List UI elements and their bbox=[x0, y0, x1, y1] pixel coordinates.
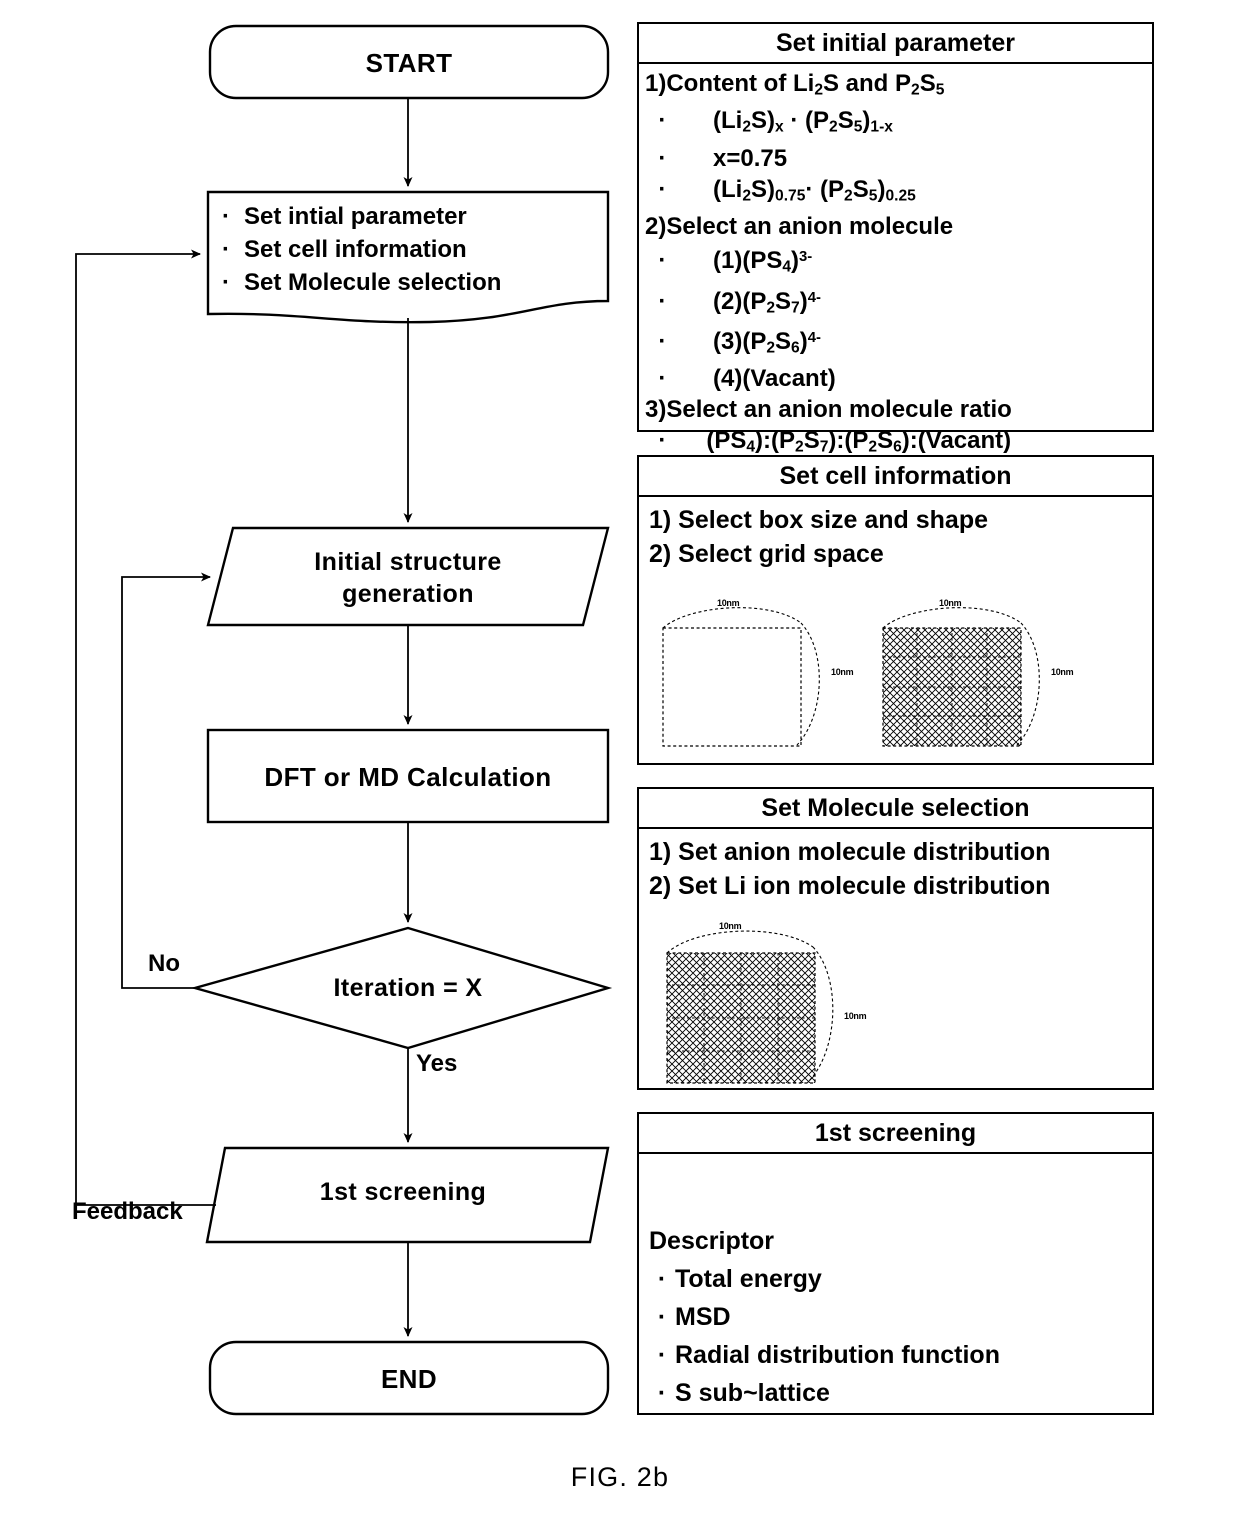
list-row: · (Li2S)x · (P2S5)1-x bbox=[645, 107, 893, 136]
panel-title: Set Molecule selection bbox=[639, 789, 1152, 829]
panel-title: Set cell information bbox=[639, 457, 1152, 497]
descriptor-item: · Total energy bbox=[657, 1265, 822, 1293]
list-row: · x=0.75 bbox=[645, 144, 788, 172]
descriptor-item: · Radial distribution function bbox=[657, 1341, 1000, 1369]
descriptor-item: · S sub~lattice bbox=[657, 1379, 830, 1407]
initial-structure-label-line2: generation bbox=[342, 580, 474, 608]
setup-item: · Set intial parameter bbox=[222, 203, 467, 230]
molecule-selection-list: 1) Set anion molecule distribution 2) Se… bbox=[639, 829, 1152, 903]
descriptor-block: Descriptor · Total energy · MSD · Radial di… bbox=[649, 1222, 1000, 1412]
list-row: 1)Content of Li2S and P2S5 bbox=[645, 70, 945, 99]
list-row: 2)Select an anion molecule bbox=[645, 213, 954, 241]
panel-body: Descriptor · Total energy · MSD · Radial di… bbox=[639, 1154, 1152, 1415]
calculation-label: DFT or MD Calculation bbox=[264, 762, 552, 792]
start-label: START bbox=[365, 48, 453, 78]
dim-label-side: 10nm bbox=[1051, 667, 1074, 677]
decision-label: Iteration = X bbox=[333, 974, 483, 1002]
list-row: · (2)(P2S7)4- bbox=[645, 287, 821, 316]
dim-label-top: 10nm bbox=[939, 598, 962, 608]
connector-feedback-loop bbox=[75, 249, 216, 1206]
setup-item: · Set cell information bbox=[222, 236, 467, 263]
dim-label-side: 10nm bbox=[844, 1011, 867, 1021]
decision-yes-label: Yes bbox=[416, 1050, 458, 1077]
panel-body: 1) Select box size and shape 2) Select g… bbox=[639, 497, 1152, 765]
setup-items: · Set intial parameter · Set cell informat… bbox=[222, 200, 608, 299]
list-row: 1) Select box size and shape bbox=[649, 506, 989, 534]
figure-caption: FIG. 2b bbox=[570, 1462, 670, 1492]
panel-set-molecule-selection: Set Molecule selection 1) Set anion mole… bbox=[637, 787, 1154, 1090]
panel-body: 1)Content of Li2S and P2S5 · (Li2S)x · (… bbox=[639, 64, 1152, 491]
dim-label-top: 10nm bbox=[719, 921, 742, 931]
descriptor-heading: Descriptor bbox=[649, 1227, 775, 1255]
list-row: · (3)(P2S6)4- bbox=[645, 327, 821, 357]
panel-first-screening: 1st screening Descriptor · Total energy ·… bbox=[637, 1112, 1154, 1415]
setup-item: · Set Molecule selection bbox=[222, 269, 502, 296]
list-row: 2) Select grid space bbox=[649, 540, 884, 568]
panel-title: Set initial parameter bbox=[639, 24, 1152, 64]
panel-set-cell-information: Set cell information 1) Select box size … bbox=[637, 455, 1154, 765]
decision-no-label: No bbox=[148, 950, 180, 977]
cell-figure-plain-box bbox=[662, 607, 820, 747]
panel-title: 1st screening bbox=[639, 1114, 1152, 1154]
initial-structure-label-line1: Initial structure bbox=[314, 548, 502, 576]
figure-page: START · Set intial parameter · Set cell in… bbox=[0, 0, 1240, 1527]
list-row: 2) Set Li ion molecule distribution bbox=[649, 872, 1051, 900]
descriptor-item: · MSD bbox=[657, 1303, 731, 1331]
panel-body: 1) Set anion molecule distribution 2) Se… bbox=[639, 829, 1152, 1090]
dim-label-top: 10nm bbox=[717, 598, 740, 608]
cell-information-list: 1) Select box size and shape 2) Select g… bbox=[639, 497, 1152, 571]
screening-label: 1st screening bbox=[319, 1178, 487, 1206]
molecule-figure-grid-box bbox=[666, 930, 834, 1084]
connector-no-loop bbox=[121, 572, 211, 989]
list-row: · (Li2S)0.75· (P2S5)0.25 bbox=[645, 175, 916, 205]
list-row: · (1)(PS4)3- bbox=[645, 247, 813, 276]
list-row: 1) Set anion molecule distribution bbox=[649, 838, 1051, 866]
end-label: END bbox=[380, 1364, 438, 1394]
initial-parameter-list: 1)Content of Li2S and P2S5 · (Li2S)x · (… bbox=[639, 64, 1152, 493]
dim-label-side: 10nm bbox=[831, 667, 854, 677]
feedback-label: Feedback bbox=[72, 1198, 183, 1225]
panel-set-initial-parameter: Set initial parameter 1)Content of Li2S … bbox=[637, 22, 1154, 491]
list-row: 3)Select an anion molecule ratio bbox=[645, 396, 1012, 424]
list-row: · (4)(Vacant) bbox=[645, 365, 836, 393]
